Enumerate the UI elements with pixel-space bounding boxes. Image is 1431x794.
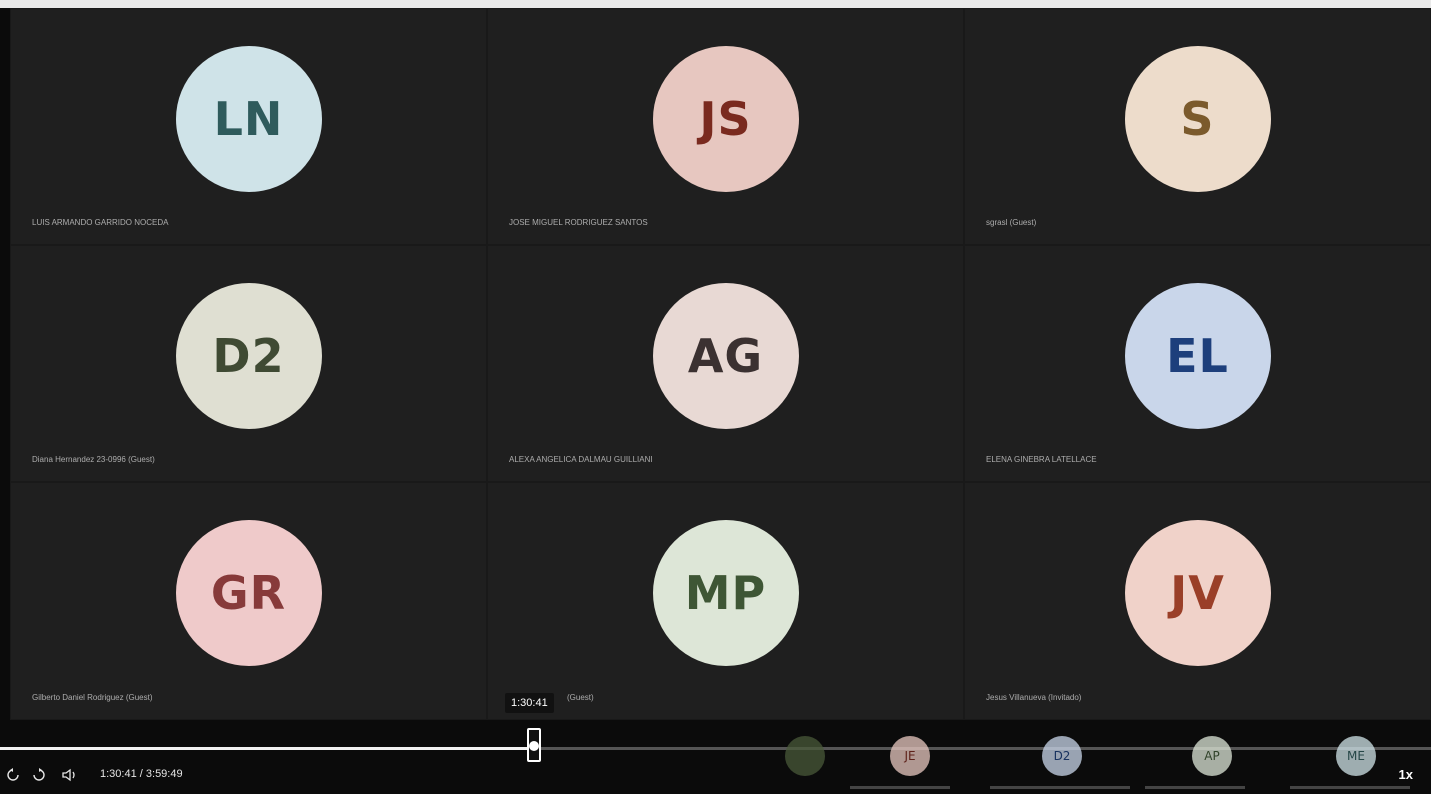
participant-name: Gilberto Daniel Rodriguez (Guest) (32, 693, 153, 702)
avatar: D2 (175, 283, 322, 429)
thumbnail-avatar[interactable]: ME (1336, 736, 1376, 776)
playback-speed-button[interactable]: 1x (1399, 767, 1413, 782)
current-time: 1:30:41 (100, 768, 137, 780)
player-controls: 1:30:41 1:30:41 / 3:59:49 JE D2 AP ME 1x (0, 693, 1431, 794)
forward-icon (33, 768, 45, 781)
participant-name: sgrasl (Guest) (986, 218, 1037, 227)
participant-name: ELENA GINEBRA LATELLACE (986, 455, 1097, 464)
seek-bar-played (0, 747, 541, 750)
seek-handle-dot (529, 741, 539, 751)
rewind-10-button[interactable] (6, 768, 20, 785)
duration: 3:59:49 (145, 768, 183, 780)
participant-tile: EL ELENA GINEBRA LATELLACE (964, 245, 1431, 482)
participant-tile: LN LUIS ARMANDO GARRIDO NOCEDA (10, 8, 487, 245)
volume-button[interactable] (62, 768, 78, 785)
avatar: EL (1124, 283, 1271, 429)
thumbnail-avatar[interactable]: D2 (1042, 736, 1082, 776)
participant-name: JOSE MIGUEL RODRIGUEZ SANTOS (509, 218, 648, 227)
seek-handle[interactable] (527, 728, 541, 762)
participant-tile: GR Gilberto Daniel Rodriguez (Guest) (10, 482, 487, 720)
volume-icon (62, 768, 75, 782)
avatar: AG (652, 283, 799, 429)
participant-tile: JS JOSE MIGUEL RODRIGUEZ SANTOS (487, 8, 964, 245)
seek-tooltip: 1:30:41 (505, 693, 554, 713)
participant-tile: S sgrasl (Guest) (964, 8, 1431, 245)
thumbnail-label (850, 786, 950, 789)
avatar: MP (652, 520, 799, 666)
time-separator: / (139, 768, 143, 780)
avatar: LN (175, 46, 322, 192)
avatar: JS (652, 46, 799, 192)
participant-tile: MP (Guest) (487, 482, 964, 720)
rewind-icon (7, 768, 19, 781)
avatar: JV (1124, 520, 1271, 666)
thumbnail-label (990, 786, 1130, 789)
avatar: S (1124, 46, 1271, 192)
participant-name: Diana Hernandez 23-0996 (Guest) (32, 455, 155, 464)
participant-tile: AG ALEXA ANGELICA DALMAU GUILLIANI (487, 245, 964, 482)
top-strip (0, 0, 1431, 8)
time-display: 1:30:41 / 3:59:49 (100, 768, 183, 780)
participant-name: ALEXA ANGELICA DALMAU GUILLIANI (509, 455, 653, 464)
avatar: GR (175, 520, 322, 666)
thumbnail-strip: JE D2 AP ME (780, 720, 1431, 794)
participant-tile: JV Jesus Villanueva (Invitado) (964, 482, 1431, 720)
thumbnail-avatar[interactable]: JE (890, 736, 930, 776)
participant-tile: D2 Diana Hernandez 23-0996 (Guest) (10, 245, 487, 482)
thumbnail-label (1290, 786, 1410, 789)
participant-grid: LN LUIS ARMANDO GARRIDO NOCEDA JS JOSE M… (10, 8, 1431, 720)
participant-name: Jesus Villanueva (Invitado) (986, 693, 1082, 702)
thumbnail-label (1145, 786, 1245, 789)
participant-name: (Guest) (567, 693, 594, 702)
thumbnail-avatar[interactable] (785, 736, 825, 776)
forward-10-button[interactable] (32, 768, 46, 785)
thumbnail-avatar[interactable]: AP (1192, 736, 1232, 776)
participant-name: LUIS ARMANDO GARRIDO NOCEDA (32, 218, 169, 227)
